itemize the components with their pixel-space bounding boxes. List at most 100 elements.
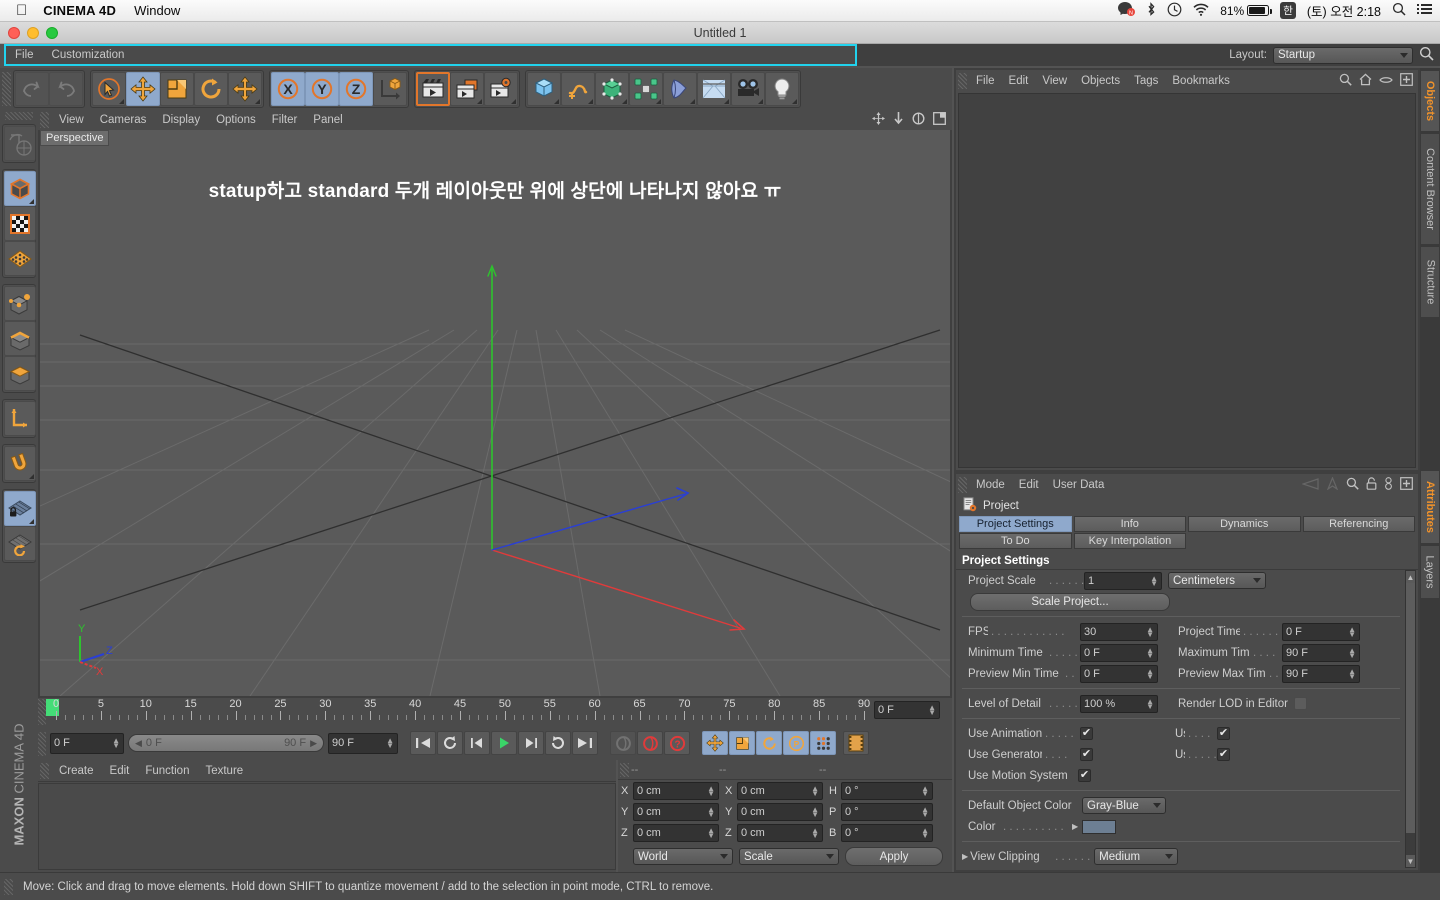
battery-indicator[interactable]: 81% <box>1220 4 1272 18</box>
timeline-button[interactable] <box>843 731 869 755</box>
size-y-field[interactable]: 0 cm ▲ ▼ <box>737 803 823 821</box>
go-to-end-button[interactable] <box>572 731 598 755</box>
add-environment-button[interactable] <box>697 72 731 106</box>
view-clipping-dropdown[interactable]: Medium <box>1094 848 1179 865</box>
rotation-key-button[interactable] <box>756 731 782 755</box>
input-method-indicator[interactable]: 한 <box>1280 2 1296 19</box>
vtab-content-browser[interactable]: Content Browser <box>1420 133 1440 245</box>
stepper-icon[interactable]: ▲ ▼ <box>811 806 819 819</box>
object-menu-bookmarks[interactable]: Bookmarks <box>1165 75 1237 87</box>
menubar-item-window[interactable]: Window <box>134 3 180 18</box>
preview-max-time-field[interactable]: 90 F ▲ ▼ <box>1282 664 1360 683</box>
project-scale-field[interactable]: 1 ▲ ▼ <box>1084 571 1162 590</box>
texture-mode-button[interactable] <box>4 206 36 241</box>
scroll-up-arrow-icon[interactable]: ▲ <box>1406 571 1415 583</box>
material-menu-create[interactable]: Create <box>51 765 102 777</box>
tab-project-settings[interactable]: Project Settings <box>959 516 1072 532</box>
maximize-view-icon[interactable] <box>933 112 946 128</box>
autokeying-button[interactable] <box>637 731 663 755</box>
pos-x-field[interactable]: 0 cm ▲ ▼ <box>633 782 719 800</box>
expand-arrow-icon[interactable]: ▶ <box>958 852 968 861</box>
tool-options-corner[interactable] <box>29 474 34 479</box>
apply-button[interactable]: Apply <box>845 847 943 866</box>
stepper-icon[interactable]: ▲ ▼ <box>921 827 929 840</box>
size-x-field[interactable]: 0 cm ▲ ▼ <box>737 782 823 800</box>
eye-icon[interactable] <box>1379 74 1393 88</box>
redo-button[interactable] <box>49 72 83 106</box>
stepper-icon[interactable]: ▲ ▼ <box>1146 667 1154 680</box>
close-button[interactable] <box>8 27 20 39</box>
keyframe-selection-button[interactable]: ? <box>664 731 690 755</box>
stepper-icon[interactable]: ▲ ▼ <box>1348 667 1356 680</box>
tool-options-corner[interactable] <box>622 99 627 104</box>
object-axis-button[interactable] <box>4 401 36 436</box>
play-backwards-button[interactable] <box>437 731 463 755</box>
edge-mode-button[interactable] <box>4 321 36 356</box>
vtab-objects[interactable]: Objects <box>1420 70 1440 132</box>
search-icon[interactable] <box>1346 477 1359 493</box>
preview-range-slider[interactable]: ◀ 0 F 90 F ▶ <box>128 734 324 752</box>
tab-info[interactable]: Info <box>1073 516 1186 532</box>
stepper-icon[interactable]: ▲ ▼ <box>921 806 929 819</box>
viewport-menu-options[interactable]: Options <box>208 114 264 126</box>
add-mograph-button[interactable] <box>629 72 663 106</box>
up-arrow-icon[interactable] <box>1326 476 1339 493</box>
add-icon[interactable] <box>1400 477 1413 493</box>
use-deformers-checkbox[interactable]: ✔ <box>1217 748 1230 761</box>
search-icon[interactable] <box>1419 46 1434 64</box>
object-menu-view[interactable]: View <box>1035 75 1074 87</box>
tool-options-corner[interactable] <box>758 99 763 104</box>
render-lod-checkbox[interactable]: ✔ <box>1293 697 1307 710</box>
spotlight-search-icon[interactable] <box>1392 2 1406 19</box>
viewport-menu-view[interactable]: View <box>51 114 92 126</box>
tool-options-corner[interactable] <box>690 99 695 104</box>
back-arrow-icon[interactable] <box>1301 477 1319 493</box>
notification-center-icon[interactable] <box>1417 3 1432 18</box>
viewport-grip[interactable] <box>40 112 49 128</box>
parameter-key-button[interactable]: P <box>783 731 809 755</box>
render-settings-button[interactable] <box>484 72 518 106</box>
go-to-start-button[interactable] <box>410 731 436 755</box>
stepper-icon[interactable]: ▲ ▼ <box>1150 574 1158 587</box>
tool-options-corner[interactable] <box>792 99 797 104</box>
timeline-controls-grip[interactable] <box>38 731 46 756</box>
lock-y-button[interactable]: Y <box>305 72 339 106</box>
time-machine-icon[interactable] <box>1167 2 1182 20</box>
pin-icon[interactable] <box>1384 477 1393 493</box>
select-tool-button[interactable] <box>92 72 126 106</box>
stepper-icon[interactable]: ▲ ▼ <box>921 785 929 798</box>
tool-options-corner[interactable] <box>255 99 260 104</box>
rot-p-field[interactable]: 0 ° ▲ ▼ <box>841 803 933 821</box>
tool-options-corner[interactable] <box>119 99 124 104</box>
object-menu-edit[interactable]: Edit <box>1002 75 1036 87</box>
material-grip[interactable] <box>40 762 49 779</box>
apple-icon[interactable]:  <box>16 3 27 18</box>
stepper-icon[interactable]: ▲ ▼ <box>1348 646 1356 659</box>
material-menu-function[interactable]: Function <box>137 765 197 777</box>
stepper-icon[interactable]: ▲ ▼ <box>1146 646 1154 659</box>
point-level-animation-button[interactable] <box>810 731 836 755</box>
add-camera-button[interactable] <box>731 72 765 106</box>
polygon-mode-button[interactable] <box>4 356 36 391</box>
world-object-axis-button[interactable] <box>373 72 407 106</box>
stepper-icon[interactable]: ▲ ▼ <box>112 737 120 750</box>
end-frame-field[interactable]: 90 F ▲ ▼ <box>328 732 398 754</box>
tab-referencing[interactable]: Referencing <box>1302 516 1415 532</box>
rot-h-field[interactable]: 0 ° ▲ ▼ <box>841 782 933 800</box>
vtab-structure[interactable]: Structure <box>1420 246 1440 318</box>
coordinates-grip[interactable] <box>620 762 629 777</box>
tool-options-corner[interactable] <box>656 99 661 104</box>
add-layer-icon[interactable] <box>1400 73 1413 89</box>
viewport-camera-tab[interactable]: Perspective <box>40 130 110 146</box>
render-to-picture-viewer-button[interactable] <box>450 72 484 106</box>
add-deformer-button[interactable] <box>663 72 697 106</box>
timeline-grip[interactable] <box>38 699 46 725</box>
home-icon[interactable] <box>1359 73 1372 89</box>
tool-options-corner[interactable] <box>724 99 729 104</box>
points-mode-button[interactable] <box>4 241 36 276</box>
move-alt-button[interactable] <box>228 72 262 106</box>
bluetooth-icon[interactable] <box>1146 1 1156 20</box>
stepper-icon[interactable]: ▲ ▼ <box>707 806 715 819</box>
rotate-tool-button[interactable] <box>194 72 228 106</box>
scale-tool-button[interactable] <box>160 72 194 106</box>
